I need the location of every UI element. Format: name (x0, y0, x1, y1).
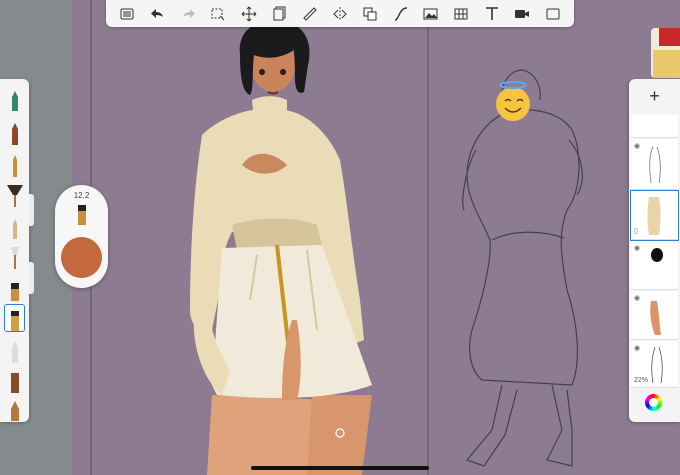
brush-marker-icon[interactable] (5, 119, 24, 145)
brush-wedge-icon[interactable] (5, 395, 24, 421)
top-toolbar (106, 0, 574, 27)
visibility-eye-icon[interactable]: ◉ (634, 294, 640, 302)
brush-paintbrush-icon[interactable] (5, 151, 24, 177)
brush-pencil-icon[interactable] (5, 85, 24, 111)
sketch-figure (462, 69, 583, 467)
video-icon[interactable] (511, 3, 533, 25)
redo-icon[interactable] (177, 3, 199, 25)
image-icon[interactable] (420, 3, 442, 25)
brush-size-value: 12.2 (73, 191, 90, 200)
brush-palette (0, 79, 29, 422)
brush-ink-pen-icon[interactable] (4, 304, 25, 332)
brush-puck[interactable]: 12.2 (55, 185, 108, 288)
selection-icon[interactable] (207, 3, 229, 25)
layer-thumb-2[interactable]: ◉ (631, 139, 678, 190)
add-layer-button[interactable]: + (629, 83, 680, 109)
brush-color-swatch[interactable] (61, 237, 102, 278)
transform-icon[interactable] (238, 3, 260, 25)
brush-eraser-icon[interactable] (5, 275, 24, 301)
layer-opacity: 22% (634, 377, 649, 384)
emoji-face (496, 87, 530, 121)
visibility-eye-icon[interactable]: ◉ (634, 142, 640, 150)
layer-thumb-6[interactable]: ◉ 22% (631, 341, 678, 388)
menu-icon[interactable] (116, 3, 138, 25)
fullscreen-icon[interactable] (542, 3, 564, 25)
layer-thumb-4[interactable]: ◉ (631, 241, 678, 290)
text-icon[interactable] (481, 3, 503, 25)
undo-icon[interactable] (147, 3, 169, 25)
visibility-eye-icon[interactable]: ◉ (634, 344, 640, 352)
panel-handle-bottom[interactable] (29, 262, 34, 294)
color-wheel-icon[interactable] (645, 394, 662, 411)
layer-thumb-1[interactable] (631, 115, 678, 138)
brush-dip-pen-icon[interactable] (5, 337, 24, 363)
ruler-icon[interactable] (299, 3, 321, 25)
layer-thumb-5[interactable]: ◉ (631, 291, 678, 340)
visibility-eye-icon[interactable]: ◉ (634, 244, 640, 252)
layers-panel: + ◉ ▯ ◉ ◉ ◉ 22% (629, 79, 680, 422)
brush-smudge-icon[interactable] (5, 243, 24, 269)
brush-chisel-icon[interactable] (5, 367, 24, 393)
current-brush-icon (77, 205, 87, 230)
brush-fan-icon[interactable] (5, 181, 24, 207)
layer-thumb-3-selected[interactable]: ▯ (630, 190, 679, 241)
reference-thumbnail[interactable] (651, 28, 680, 78)
curve-icon[interactable] (390, 3, 412, 25)
layer-icon[interactable] (268, 3, 290, 25)
brush-airbrush-icon[interactable] (5, 213, 24, 239)
layer-lock-icon: ▯ (634, 228, 638, 235)
home-indicator[interactable] (251, 466, 429, 470)
drawing-canvas[interactable] (72, 0, 680, 475)
fill-icon[interactable] (359, 3, 381, 25)
perspective-icon[interactable] (450, 3, 472, 25)
symmetry-icon[interactable] (329, 3, 351, 25)
colored-figure (190, 21, 372, 475)
panel-handle-top[interactable] (29, 194, 34, 226)
artwork (190, 21, 583, 475)
